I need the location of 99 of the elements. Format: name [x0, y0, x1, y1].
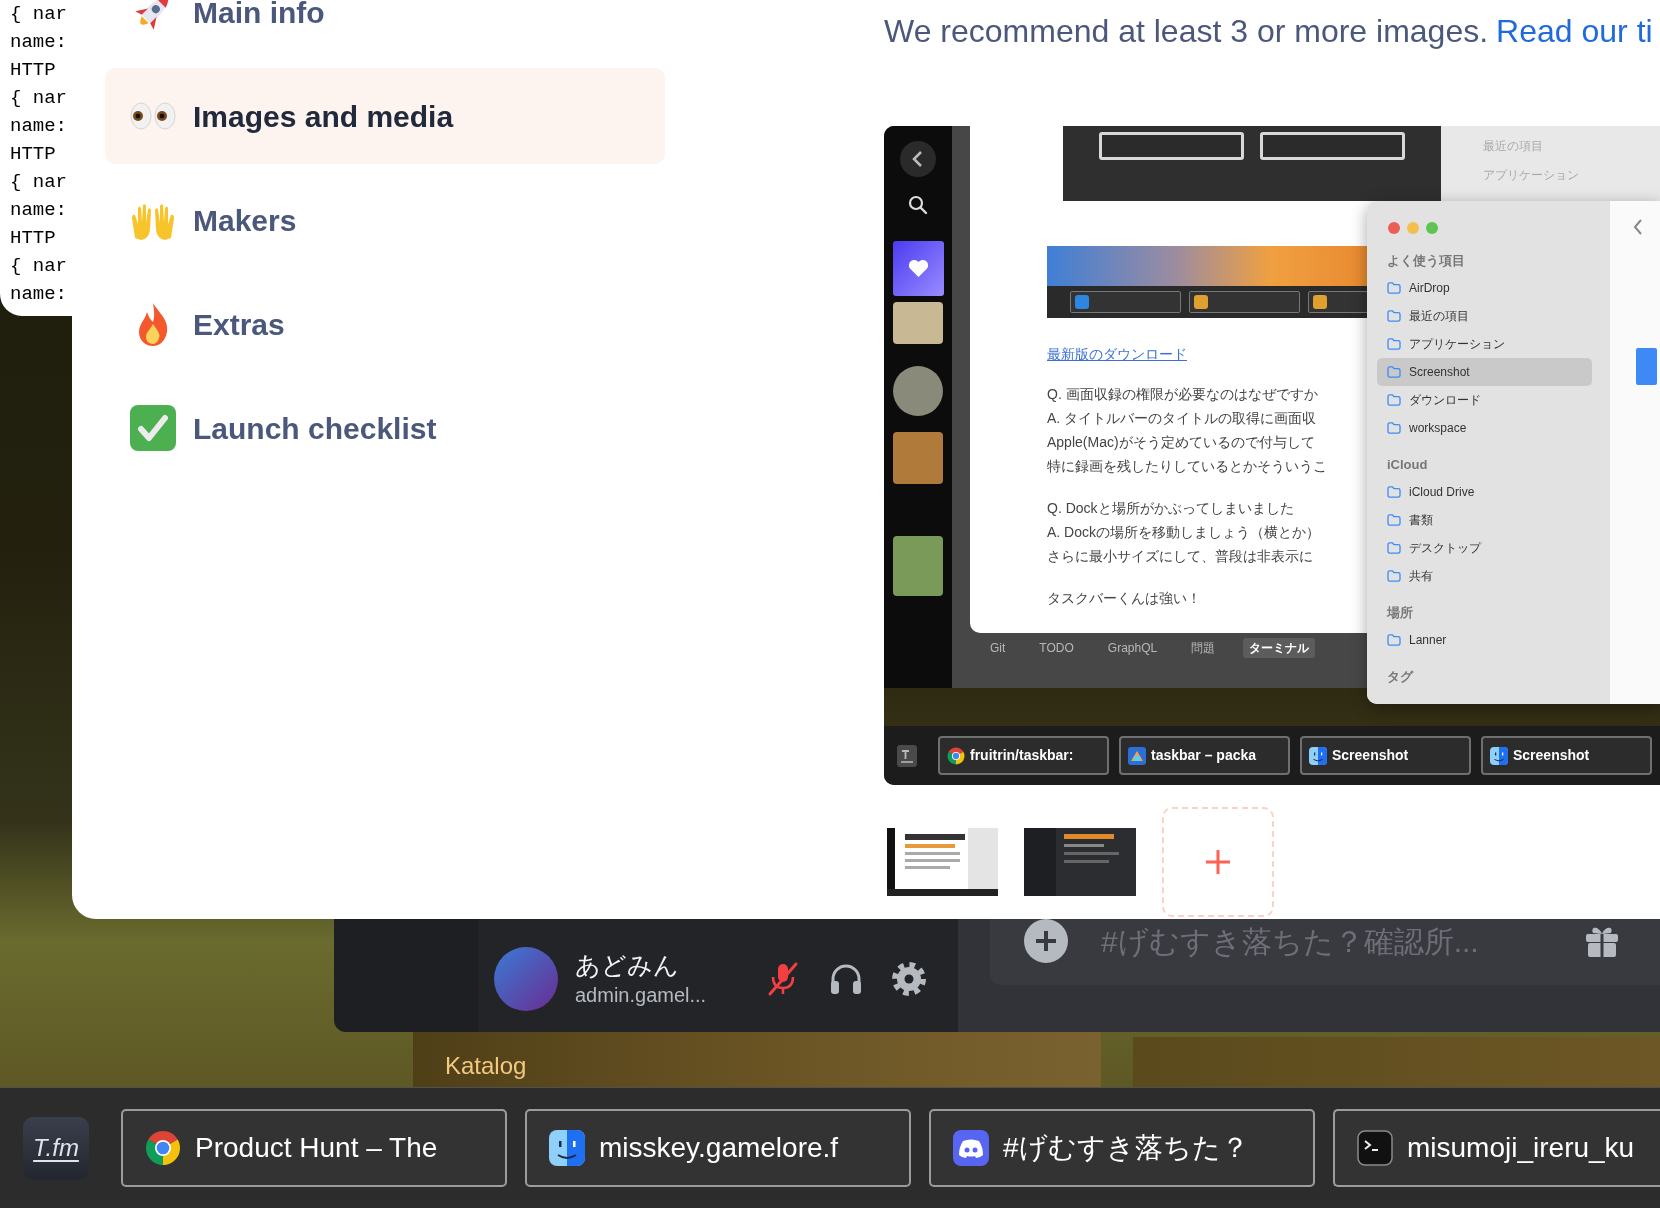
document-text: Q. Dockと場所がかぶってしまいました	[1047, 499, 1294, 518]
photo-placeholder	[893, 432, 943, 484]
folder-icon	[1387, 486, 1401, 498]
photo-placeholder	[893, 366, 943, 416]
minimize-dot-icon	[1407, 222, 1419, 234]
finder-item: 共有	[1377, 562, 1592, 590]
taskbar-button[interactable]: #げむすき落ちた？	[929, 1109, 1315, 1187]
finder-item: Screenshot	[1377, 358, 1592, 386]
sidebar-item[interactable]: Extras	[105, 276, 665, 372]
browser-logo-icon	[145, 1130, 181, 1166]
taskbar-button[interactable]: taskbar – packa	[1119, 736, 1290, 775]
folder-icon	[1387, 570, 1401, 582]
app-icon	[1128, 746, 1146, 765]
taskbar-button[interactable]: misumoji_ireru_ku	[1333, 1109, 1660, 1187]
search-icon	[908, 195, 928, 215]
game-controller-icon	[953, 1130, 989, 1166]
document-text: A. タイトルバーのタイトルの取得に画面収	[1047, 409, 1317, 428]
finder-item: iCloud Drive	[1377, 478, 1592, 506]
finder-item: Lanner	[1377, 626, 1592, 654]
check-mark-icon	[129, 404, 177, 452]
terminal-line: { nar	[10, 170, 68, 195]
terminal-line: name:	[10, 198, 68, 223]
folder-icon	[1387, 514, 1401, 526]
terminal-line: name:	[10, 30, 68, 55]
tool-label[interactable]: Git	[984, 638, 1012, 658]
taskbar-button[interactable]: Screenshot	[1481, 736, 1652, 775]
sidebar-item[interactable]: Launch checklist	[105, 380, 665, 476]
finder-item: 書類	[1377, 506, 1592, 534]
section-header: タグ	[1386, 668, 1415, 687]
document-text: 特に録画を残したりしているとかそういうこ	[1047, 457, 1327, 476]
message-input[interactable]: #げむすき落ちた？確認所...	[1101, 921, 1584, 961]
taskbar-button[interactable]: misskey.gamelore.f	[525, 1109, 911, 1187]
avatar-icon[interactable]	[494, 947, 558, 1011]
folder-icon	[1387, 366, 1401, 378]
terminal-line: HTTP	[10, 226, 57, 251]
document-text: A. Dockの場所を移動しましょう（横とか）	[1047, 523, 1320, 542]
sidebar-item[interactable]: Makers	[105, 172, 665, 268]
taskbar-button[interactable]: Screenshot	[1300, 736, 1471, 775]
download-link[interactable]: 最新版のダウンロード	[1047, 344, 1187, 364]
finder-item: ダウンロード	[1377, 386, 1592, 414]
window-title: Katalog	[445, 1050, 527, 1081]
terminal-line: { nar	[10, 254, 68, 279]
terminal-line: name:	[10, 114, 68, 139]
sidebar-item[interactable]: Images and media	[105, 68, 665, 164]
terminal-line: HTTP	[10, 58, 57, 83]
document-text: タスクバーくんは強い！	[1047, 589, 1201, 608]
zoom-dot-icon	[1426, 222, 1438, 234]
smiling-face-icon	[1490, 746, 1508, 765]
app-logo[interactable]: T.fm	[23, 1116, 89, 1180]
logo-icon	[897, 744, 917, 767]
section-header: iCloud	[1386, 456, 1429, 475]
smiling-face-icon	[549, 1130, 585, 1166]
tool-label[interactable]: TODO	[1033, 638, 1080, 658]
settings-icon[interactable]	[891, 961, 927, 997]
folder-icon	[1387, 422, 1401, 434]
tips-link[interactable]: Read our ti	[1496, 13, 1653, 49]
plus-icon	[1204, 848, 1232, 876]
message-field[interactable]: #げむすき落ちた？確認所...	[990, 919, 1660, 985]
document-text: Q. 画面収録の権限が必要なのはなぜですか	[1047, 385, 1318, 404]
smiling-face-icon	[1309, 746, 1327, 765]
file-icon	[1636, 348, 1657, 385]
folder-icon	[1387, 282, 1401, 294]
terminal-line: HTTP	[10, 142, 57, 167]
sidebar-item[interactable]: Main info	[105, 0, 665, 60]
thumbnail-drawing[interactable]	[1024, 828, 1136, 896]
finder-item: AirDrop	[1377, 274, 1592, 302]
finder-item: workspace	[1377, 414, 1592, 442]
folder-icon	[1387, 542, 1401, 554]
finder-item: デスクトップ	[1377, 534, 1592, 562]
browser-logo-icon	[947, 746, 965, 765]
tool-label[interactable]: ターミナル	[1243, 638, 1316, 658]
folder-icon	[1387, 634, 1401, 646]
user-name: あどみん	[575, 950, 680, 981]
folder-icon	[1387, 394, 1401, 406]
back-icon	[1632, 218, 1644, 236]
taskbar-button[interactable]: fruitrin/taskbar:	[938, 736, 1109, 775]
finder-item: 最近の項目	[1377, 302, 1592, 330]
taskbar-button[interactable]: Product Hunt – The	[121, 1109, 507, 1187]
folder-icon	[1387, 338, 1401, 350]
terminal-line: { nar	[10, 2, 68, 27]
plus-icon[interactable]	[1024, 919, 1068, 963]
section-header: よく使う項目	[1386, 252, 1466, 271]
section-header: 場所	[1385, 604, 1414, 623]
tool-label[interactable]: GraphQL	[1101, 638, 1164, 658]
terminal-line: { nar	[10, 86, 68, 111]
finder-item: アプリケーション	[1377, 330, 1592, 358]
terminal-line: name:	[10, 282, 68, 307]
intro-text: We recommend at least 3 or more images. Read our ti	[884, 12, 1653, 50]
document-text: さらに最小サイズにして、普段は非表示に	[1047, 547, 1313, 566]
photo-placeholder	[893, 536, 943, 596]
folder-icon	[1387, 310, 1401, 322]
terminal-icon	[1357, 1130, 1393, 1166]
photo-placeholder	[893, 302, 943, 344]
close-dot-icon	[1388, 222, 1400, 234]
document-text: Apple(Mac)がそう定めているので付与して	[1047, 433, 1315, 452]
user-handle: admin.gamel...	[575, 983, 707, 1008]
thumbnail-drawing[interactable]	[887, 828, 998, 896]
tool-label[interactable]: 問題	[1185, 638, 1222, 658]
back-icon	[900, 141, 936, 177]
